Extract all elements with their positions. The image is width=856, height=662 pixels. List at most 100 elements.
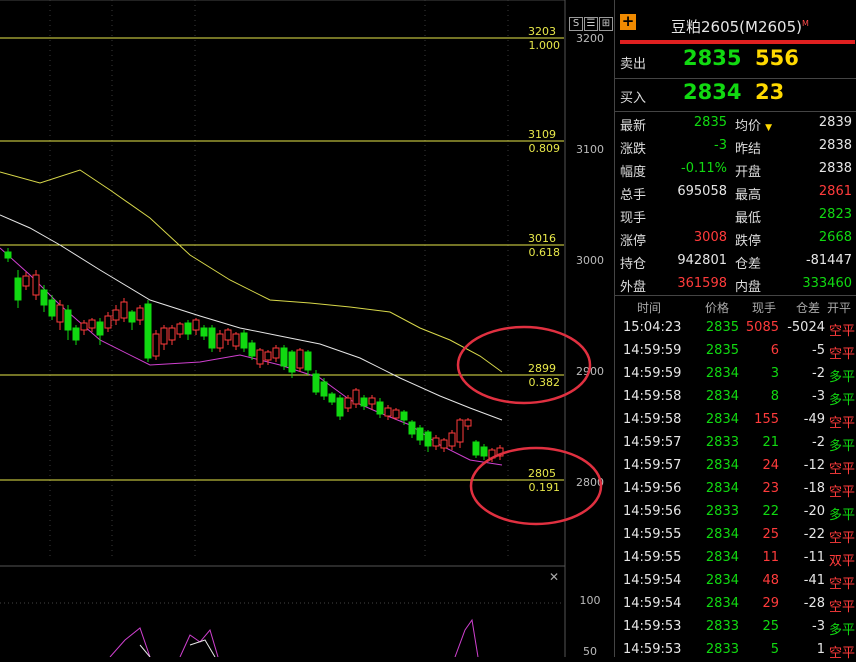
close-icon[interactable]: ✕: [549, 570, 559, 584]
toolbar-grid-icon[interactable]: ⊞: [599, 17, 613, 31]
candle-body: [456, 419, 464, 443]
candle-body: [400, 411, 408, 421]
tick-row[interactable]: 14:59:59 2835 6 -5 空平: [615, 340, 856, 363]
candle-body: [248, 342, 256, 357]
tick-price: 2833: [705, 504, 739, 519]
tick-row[interactable]: 14:59:56 2834 23 -18 空平: [615, 478, 856, 501]
candle-body: [192, 319, 200, 331]
fib-ratio-label: 0.809: [529, 142, 561, 155]
fib-price-label: 2899: [528, 362, 556, 375]
tick-volume: 155: [754, 412, 779, 427]
sell-label: 卖出: [620, 57, 647, 72]
candle-body: [272, 347, 280, 359]
tick-type: 双平: [828, 554, 855, 569]
tick-row[interactable]: 14:59:54 2834 29 -28 空平: [615, 593, 856, 616]
tick-row[interactable]: 14:59:55 2834 25 -22 空平: [615, 524, 856, 547]
buy-volume: 23: [755, 80, 785, 104]
tick-row[interactable]: 14:59:57 2833 21 -2 多平: [615, 432, 856, 455]
fib-ratio-label: 0.191: [529, 481, 561, 494]
fib-price-label: 3203: [528, 25, 556, 38]
tick-row[interactable]: 15:04:23 2835 5085 -5024 空平: [615, 317, 856, 340]
candle-body: [144, 303, 152, 359]
tick-oi: -3: [812, 389, 825, 404]
stat-value: 2861: [818, 184, 852, 199]
tick-time: 14:59:57: [623, 435, 682, 450]
tick-type: 空平: [828, 462, 855, 477]
kline-chart-svg[interactable]: 32031.000 31090.809 30160.618 28990.382 2805…: [0, 0, 614, 657]
fib-price-label: 3016: [528, 232, 556, 245]
candle-body: [384, 407, 392, 417]
fib-ratio-label: 0.618: [529, 246, 561, 259]
stat-value: -3: [714, 138, 727, 153]
stat-label: 持仓: [620, 257, 647, 272]
candle-body: [256, 349, 264, 365]
tick-price: 2833: [705, 619, 739, 634]
stat-label: 涨跌: [620, 142, 647, 157]
tick-row[interactable]: 14:59:55 2834 11 -11 双平: [615, 547, 856, 570]
candle-body: [168, 327, 176, 341]
candle-body: [48, 299, 56, 317]
stat-value: 942801: [677, 253, 727, 268]
tick-price: 2834: [705, 596, 739, 611]
fib-ratio-label: 1.000: [529, 39, 561, 52]
tick-price: 2834: [705, 458, 739, 473]
stat-value: -0.11%: [681, 161, 727, 176]
stats-row: 总手 695058 最高 2861: [615, 181, 856, 204]
sub-tick-label: 50: [583, 645, 597, 657]
kline-chart-area[interactable]: 3203 1.000 3109 0.809 3016 0.618 2899 0.382 2805…: [0, 0, 614, 657]
tick-oi: -28: [803, 596, 825, 611]
tick-oi: -2: [812, 366, 825, 381]
candle-body: [72, 327, 80, 341]
sell-quote[interactable]: 卖出 2835 556: [615, 44, 856, 78]
tick-row[interactable]: 14:59:53 2833 5 1 空平: [615, 639, 856, 662]
stat-label: 跌停: [735, 234, 762, 249]
tick-volume: 25: [762, 527, 779, 542]
header-volume: 现手: [752, 301, 777, 315]
stat-label: 均价 ▼: [735, 119, 773, 134]
tick-type: 空平: [828, 416, 855, 431]
buy-quote[interactable]: 买入 2834 23: [615, 78, 856, 112]
toolbar-list-icon[interactable]: ☰: [584, 17, 598, 31]
candle-body: [22, 275, 30, 287]
tick-type: 空平: [828, 646, 855, 661]
candle-body: [408, 421, 416, 435]
stat-label: 最高: [735, 188, 762, 203]
stat-value: 333460: [802, 276, 852, 291]
quote-panel: + 豆粕2605(M2605)M 卖出 2835 556 买入 2834 23 …: [614, 0, 856, 661]
candle-body: [264, 351, 272, 361]
stat-label: 总手: [620, 188, 647, 203]
toolbar-s-button[interactable]: S: [569, 17, 583, 31]
tick-oi: -2: [812, 435, 825, 450]
tick-row[interactable]: 14:59:53 2833 25 -3 多平: [615, 616, 856, 639]
tick-row[interactable]: 14:59:54 2834 48 -41 空平: [615, 570, 856, 593]
tick-volume: 11: [762, 550, 779, 565]
tick-row[interactable]: 14:59:56 2833 22 -20 多平: [615, 501, 856, 524]
buy-label: 买入: [620, 91, 647, 106]
tick-price: 2834: [705, 573, 739, 588]
tick-time: 14:59:58: [623, 412, 682, 427]
candle-body: [4, 251, 12, 259]
candle-body: [352, 389, 360, 405]
tick-row[interactable]: 14:59:58 2834 8 -3 多平: [615, 386, 856, 409]
tick-row[interactable]: 14:59:58 2834 155 -49 空平: [615, 409, 856, 432]
sub-trace: [109, 627, 151, 657]
tick-row[interactable]: 14:59:57 2834 24 -12 空平: [615, 455, 856, 478]
candle-body: [104, 315, 112, 329]
stat-label: 昨结: [735, 142, 762, 157]
tick-price: 2833: [705, 435, 739, 450]
divider: [615, 295, 856, 296]
candle-body: [336, 397, 344, 417]
plus-icon[interactable]: +: [620, 14, 636, 30]
tick-volume: 6: [770, 343, 779, 358]
tick-price: 2834: [705, 412, 739, 427]
candle-body: [360, 397, 368, 407]
candle-body: [88, 319, 96, 329]
stat-value: -81447: [805, 253, 852, 268]
tick-type: 空平: [828, 347, 855, 362]
tick-time: 14:59:55: [623, 527, 682, 542]
candle-body: [14, 277, 22, 301]
candle-body: [128, 311, 136, 323]
candle-body: [232, 333, 240, 347]
tick-oi: -5: [812, 343, 825, 358]
tick-row[interactable]: 14:59:59 2834 3 -2 多平: [615, 363, 856, 386]
